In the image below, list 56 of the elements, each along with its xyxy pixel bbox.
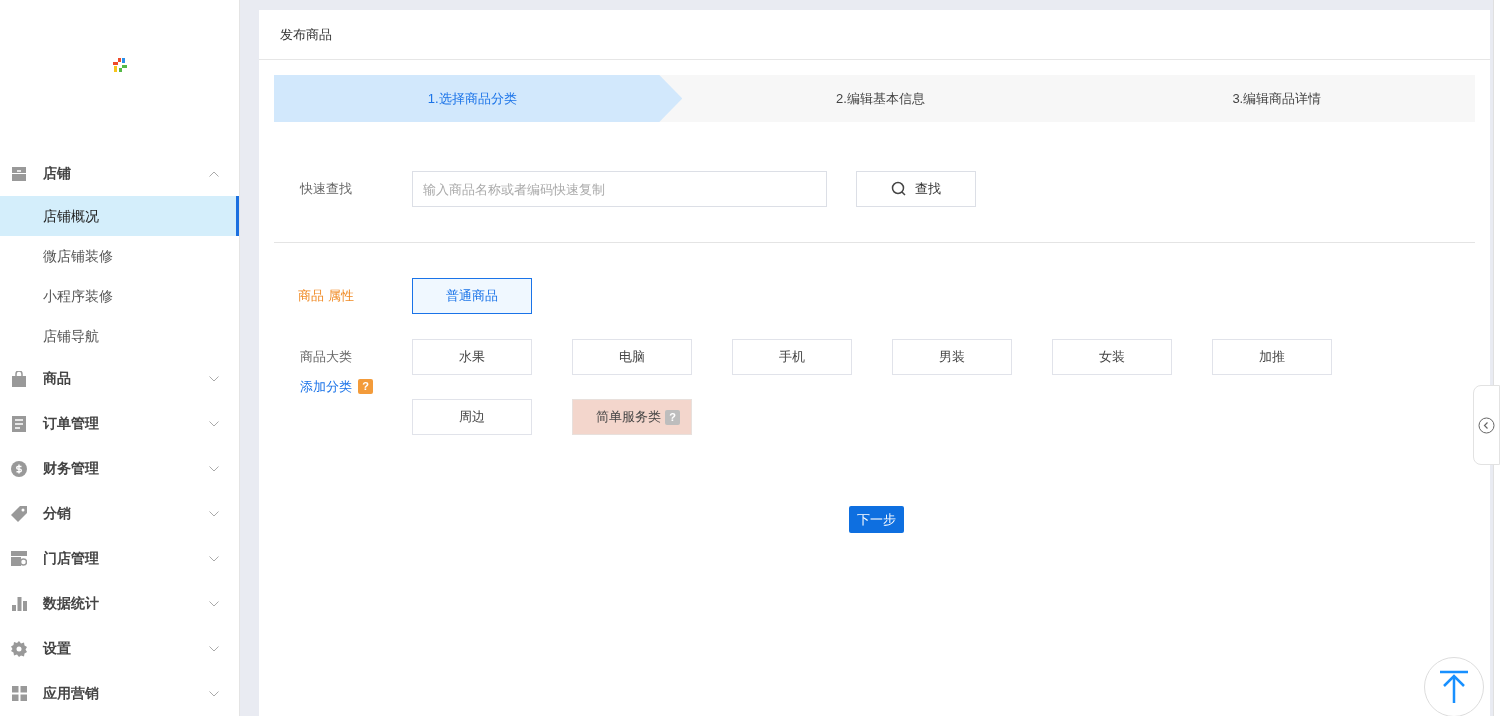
menu-group[interactable]: 门店管理	[0, 536, 239, 581]
submenu-item[interactable]: 小程序装修	[0, 276, 239, 316]
store-icon	[11, 166, 27, 181]
bag-icon	[11, 370, 27, 387]
submenu-item[interactable]: 微店铺装修	[0, 236, 239, 276]
category-option[interactable]: 加推	[1212, 339, 1332, 375]
menu-label: 店铺	[43, 164, 72, 183]
category-option[interactable]: 电脑	[572, 339, 692, 375]
grid-icon	[11, 686, 27, 701]
menu-label: 商品	[43, 369, 72, 388]
shop-gear-icon	[11, 551, 27, 566]
category-option[interactable]: 手机	[732, 339, 852, 375]
menu-label: 分销	[43, 504, 72, 523]
collapse-tab[interactable]	[1473, 385, 1500, 465]
logo-icon	[110, 56, 129, 74]
menu-group[interactable]: 订单管理	[0, 401, 239, 446]
menu-label: 财务管理	[43, 459, 100, 478]
submenu-item[interactable]: 店铺概况	[0, 196, 239, 236]
menu-group[interactable]: 财务管理	[0, 446, 239, 491]
menu-label: 设置	[43, 639, 72, 658]
settings-icon	[11, 640, 27, 657]
search-button[interactable]: 查找	[856, 171, 976, 207]
menu-group[interactable]: 设置	[0, 626, 239, 671]
arrow-up-icon	[1438, 670, 1470, 704]
search-field[interactable]: 输入商品名称或者编码快速复制	[412, 171, 827, 207]
field-label: 快速查找	[299, 180, 353, 199]
step-tab[interactable]: 2.编辑基本信息	[682, 75, 1079, 122]
menu-label: 应用营销	[43, 684, 100, 703]
menu-group[interactable]: 分销	[0, 491, 239, 536]
bar-chart-icon	[11, 596, 27, 611]
tag-icon	[11, 505, 27, 522]
category-option[interactable]: 女装	[1052, 339, 1172, 375]
add-category-link[interactable]: 添加分类	[300, 376, 352, 396]
menu-group[interactable]: 应用营销	[0, 671, 239, 716]
category-option[interactable]: 周边	[412, 399, 532, 435]
search-icon	[891, 181, 907, 197]
step-tab[interactable]: 1.选择商品分类	[274, 75, 683, 122]
step-tab[interactable]: 3.编辑商品详情	[1078, 75, 1475, 122]
category-option[interactable]: 男装	[892, 339, 1012, 375]
chevron-left-icon	[1478, 416, 1495, 434]
document-icon	[12, 415, 26, 432]
attribute-option[interactable]: 普通商品	[412, 278, 532, 314]
menu-group[interactable]: 数据统计	[0, 581, 239, 626]
category-option[interactable]: 水果	[412, 339, 532, 375]
menu-label: 订单管理	[43, 414, 100, 433]
field-label: 商品大类	[300, 348, 353, 366]
next-step-button[interactable]: 下一步	[849, 506, 904, 533]
submenu-item[interactable]: 店铺导航	[0, 316, 239, 356]
category-option[interactable]: 简单服务类 ?	[572, 399, 692, 435]
menu-label: 门店管理	[43, 549, 100, 568]
menu-label: 数据统计	[43, 594, 100, 613]
field-label: 商品 属性	[297, 287, 355, 306]
menu-group[interactable]: 店铺	[0, 151, 239, 196]
coin-icon	[11, 460, 27, 477]
page-title: 发布商品	[280, 25, 332, 44]
menu-group[interactable]: 商品	[0, 356, 239, 401]
